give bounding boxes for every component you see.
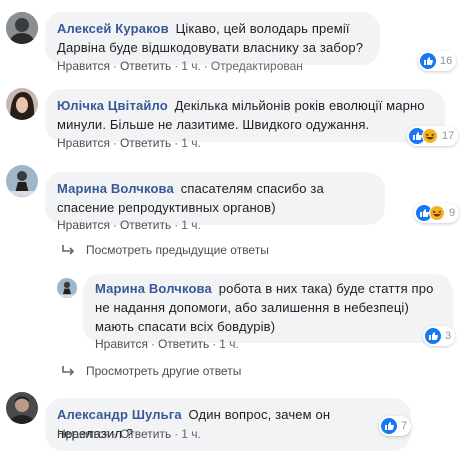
separator: · xyxy=(174,136,179,150)
reaction-count: 7 xyxy=(401,420,408,432)
separator: · xyxy=(150,337,155,351)
like-reaction-icon xyxy=(381,418,397,434)
haha-reaction-icon xyxy=(422,128,438,144)
comment-author[interactable]: Алексей Кураков xyxy=(57,21,169,36)
reply-button[interactable]: Ответить xyxy=(120,136,171,150)
reactions-badge[interactable]: 3 xyxy=(423,326,456,346)
comment-author[interactable]: Марина Волчкова xyxy=(57,181,174,196)
comment-author[interactable]: Юлічка Цвітайло xyxy=(57,98,168,113)
reaction-count: 3 xyxy=(445,330,452,342)
reply-button[interactable]: Ответить xyxy=(120,59,171,73)
view-other-replies-label: Просмотреть другие ответы xyxy=(86,364,242,378)
like-button[interactable]: Нравится xyxy=(95,337,148,351)
reply-button[interactable]: Ответить xyxy=(158,337,209,351)
comment-time[interactable]: 1 ч. xyxy=(181,59,201,73)
separator: · xyxy=(203,59,208,73)
reply-arrow-icon xyxy=(62,366,75,376)
separator: · xyxy=(112,59,117,73)
comment-actions: Нравится · Ответить · 1 ч. xyxy=(95,337,239,351)
comment-time[interactable]: 1 ч. xyxy=(181,136,201,150)
haha-reaction-icon xyxy=(429,205,445,221)
avatar[interactable] xyxy=(6,12,38,44)
comment-time[interactable]: 1 ч. xyxy=(219,337,239,351)
avatar[interactable] xyxy=(6,392,38,424)
reactions-badge[interactable]: 7 xyxy=(379,416,412,436)
comment-bubble: Алексей Кураков Цікаво, цей володарь пре… xyxy=(45,12,380,65)
separator: · xyxy=(112,218,117,232)
reply-button[interactable]: Ответить xyxy=(120,218,171,232)
like-button[interactable]: Нравится xyxy=(57,136,110,150)
avatar[interactable] xyxy=(57,278,77,298)
avatar[interactable] xyxy=(6,88,38,120)
separator: · xyxy=(174,218,179,232)
like-reaction-icon xyxy=(425,328,441,344)
like-button[interactable]: Нравится xyxy=(57,218,110,232)
reply-arrow-icon xyxy=(62,245,75,255)
reaction-count: 9 xyxy=(449,207,456,219)
like-reaction-icon xyxy=(420,53,436,69)
comment-bubble: Марина Волчкова робота в них така) буде … xyxy=(83,274,453,343)
comment-actions: Нравится · Ответить · 1 ч. · Отредактирован xyxy=(57,59,303,73)
comment-actions: Нравится · Ответить · 1 ч. xyxy=(57,427,201,441)
like-button[interactable]: Нравится xyxy=(57,427,110,441)
comment-bubble: Александр Шульга Один вопрос, зачем он п… xyxy=(45,398,411,451)
comment-actions: Нравится · Ответить · 1 ч. xyxy=(57,218,201,232)
reactions-badge[interactable]: 9 xyxy=(414,203,460,223)
separator: · xyxy=(174,59,179,73)
separator: · xyxy=(112,427,117,441)
avatar[interactable] xyxy=(6,165,38,197)
reaction-count: 16 xyxy=(440,55,453,67)
edited-label: Отредактирован xyxy=(210,59,303,73)
comment-author[interactable]: Александр Шульга xyxy=(57,407,182,422)
separator: · xyxy=(112,136,117,150)
separator: · xyxy=(174,427,179,441)
comment-bubble: Юлічка Цвітайло Декілька мільйонів років… xyxy=(45,89,445,142)
comment-author[interactable]: Марина Волчкова xyxy=(95,281,212,296)
separator: · xyxy=(212,337,217,351)
comment-time[interactable]: 1 ч. xyxy=(181,427,201,441)
view-previous-replies-label: Посмотреть предыдущие ответы xyxy=(86,243,269,257)
view-other-replies-link[interactable]: Просмотреть другие ответы xyxy=(60,364,241,378)
reactions-badge[interactable]: 17 xyxy=(407,126,459,146)
reactions-badge[interactable]: 16 xyxy=(418,51,457,71)
comment-actions: Нравится · Ответить · 1 ч. xyxy=(57,136,201,150)
reaction-count: 17 xyxy=(442,130,455,142)
view-previous-replies-link[interactable]: Посмотреть предыдущие ответы xyxy=(60,243,269,257)
comment-time[interactable]: 1 ч. xyxy=(181,218,201,232)
reply-button[interactable]: Ответить xyxy=(120,427,171,441)
like-button[interactable]: Нравится xyxy=(57,59,110,73)
